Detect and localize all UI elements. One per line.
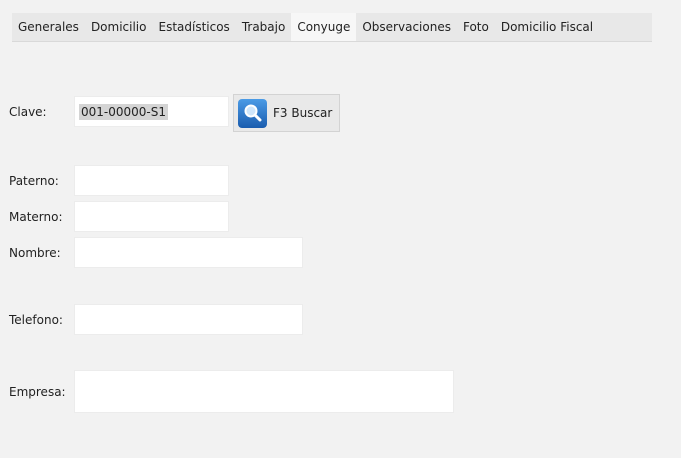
- tab-generales[interactable]: Generales: [12, 13, 85, 41]
- nombre-field[interactable]: [74, 237, 303, 268]
- empresa-label: Empresa:: [9, 385, 66, 399]
- tab-domicilio-fiscal[interactable]: Domicilio Fiscal: [495, 13, 599, 41]
- tab-observaciones[interactable]: Observaciones: [356, 13, 457, 41]
- clave-label: Clave:: [9, 105, 47, 119]
- search-button-label: F3 Buscar: [273, 106, 333, 120]
- clave-value: 001-00000-S1: [79, 103, 168, 120]
- tab-domicilio[interactable]: Domicilio: [85, 13, 153, 41]
- clave-field[interactable]: 001-00000-S1: [74, 96, 229, 127]
- telefono-label: Telefono:: [9, 313, 63, 327]
- paterno-field[interactable]: [74, 165, 229, 196]
- search-button[interactable]: F3 Buscar: [233, 94, 340, 132]
- tab-estadisticos[interactable]: Estadísticos: [152, 13, 235, 41]
- magnifier-icon: [238, 98, 267, 128]
- tab-bar: Generales Domicilio Estadísticos Trabajo…: [12, 13, 652, 42]
- materno-field[interactable]: [74, 201, 229, 232]
- tab-foto[interactable]: Foto: [457, 13, 495, 41]
- paterno-label: Paterno:: [9, 174, 59, 188]
- nombre-label: Nombre:: [9, 246, 61, 260]
- materno-label: Materno:: [9, 210, 63, 224]
- tab-conyuge[interactable]: Conyuge: [291, 13, 357, 41]
- telefono-field[interactable]: [74, 304, 303, 335]
- empresa-field[interactable]: [74, 370, 454, 413]
- tab-trabajo[interactable]: Trabajo: [236, 13, 292, 41]
